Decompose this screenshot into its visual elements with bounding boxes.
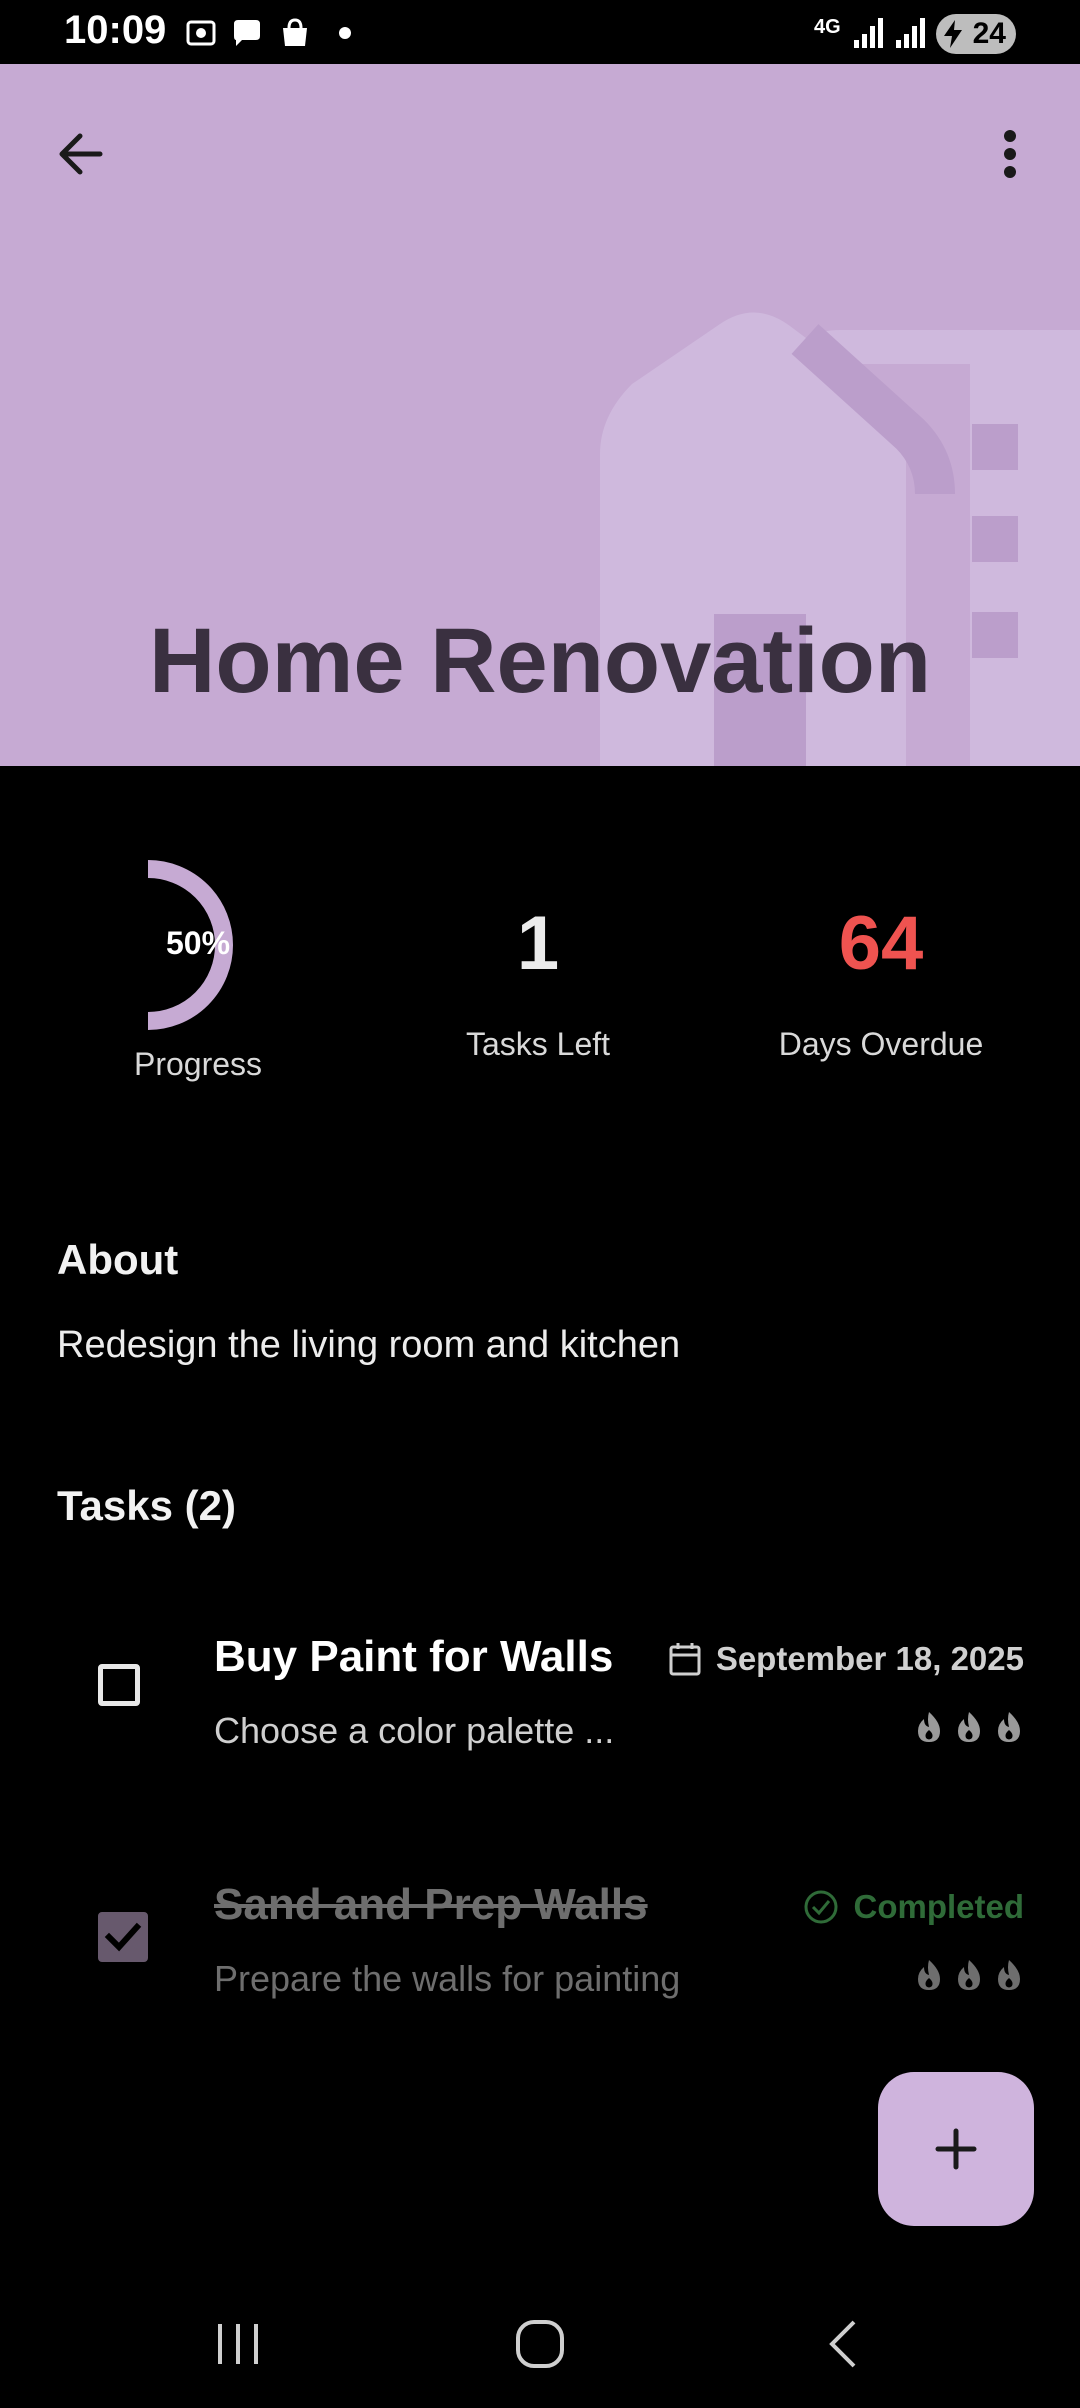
flame-icon — [998, 1712, 1020, 1742]
about-description: Redesign the living room and kitchen — [57, 1324, 681, 1366]
flame-icon — [958, 1712, 980, 1742]
back-button[interactable] — [40, 114, 120, 194]
flame-icon — [998, 1960, 1020, 1990]
project-title: Home Renovation — [148, 610, 932, 712]
system-nav-bar — [0, 2290, 1080, 2408]
priority-indicator — [914, 1710, 1024, 1744]
flame-icon — [958, 1960, 980, 1990]
task-title: Buy Paint for Walls — [214, 1632, 614, 1681]
battery-indicator: 24 — [936, 14, 1016, 54]
arrow-left-icon — [59, 133, 103, 175]
battery-level: 24 — [972, 17, 1006, 50]
add-task-button[interactable] — [878, 2072, 1034, 2226]
signal-icon — [896, 18, 925, 48]
task-description: Choose a color palette ... — [214, 1710, 615, 1751]
calendar-icon — [669, 1643, 701, 1676]
tasks-left-count: 1 — [516, 901, 560, 986]
task-status: Completed — [803, 1888, 1024, 1926]
priority-indicator — [914, 1958, 1024, 1992]
flame-icon — [918, 1712, 940, 1742]
days-overdue-label: Days Overdue — [778, 1026, 984, 1062]
more-options-button[interactable] — [970, 114, 1050, 194]
recents-icon[interactable] — [210, 2316, 266, 2372]
more-vert-icon — [1004, 130, 1016, 178]
days-overdue-count: 64 — [838, 901, 924, 986]
back-icon[interactable] — [818, 2316, 874, 2372]
task-item[interactable]: Sand and Prep Walls Prepare the walls fo… — [0, 1848, 1080, 2048]
task-title: Sand and Prep Walls — [214, 1880, 648, 1929]
due-date-text: September 18, 2025 — [715, 1640, 1024, 1677]
status-time: 10:09 — [64, 8, 167, 52]
network-type: 4G — [814, 16, 841, 38]
status-bar: 10:09 4G 24 — [0, 0, 1080, 64]
progress-label: Progress — [133, 1046, 263, 1082]
plus-icon — [935, 2128, 977, 2170]
task-due-date: September 18, 2025 — [668, 1640, 1024, 1678]
tasks-left-label: Tasks Left — [465, 1026, 611, 1062]
task-checkbox[interactable] — [98, 1664, 140, 1706]
about-heading: About — [57, 1236, 179, 1283]
dot-icon — [339, 27, 351, 39]
flame-icon — [918, 1960, 940, 1990]
task-item[interactable]: Buy Paint for Walls Choose a color palet… — [0, 1600, 1080, 1800]
signal-icon — [854, 18, 883, 48]
battery-charging-icon — [944, 20, 962, 48]
screenshot-icon — [186, 20, 216, 46]
task-status-text: Completed — [853, 1888, 1024, 1925]
task-checkbox-checked[interactable] — [98, 1912, 148, 1962]
chat-icon — [234, 20, 260, 46]
check-circle-icon — [804, 1890, 838, 1924]
check-icon — [104, 1922, 142, 1952]
task-description: Prepare the walls for painting — [214, 1958, 681, 1999]
progress-percentage: 50% — [165, 925, 231, 961]
shopping-bag-icon — [283, 18, 307, 46]
project-header: Home Renovation — [0, 64, 1080, 766]
tasks-heading: Tasks (2) — [57, 1482, 236, 1529]
home-icon[interactable] — [512, 2314, 568, 2374]
